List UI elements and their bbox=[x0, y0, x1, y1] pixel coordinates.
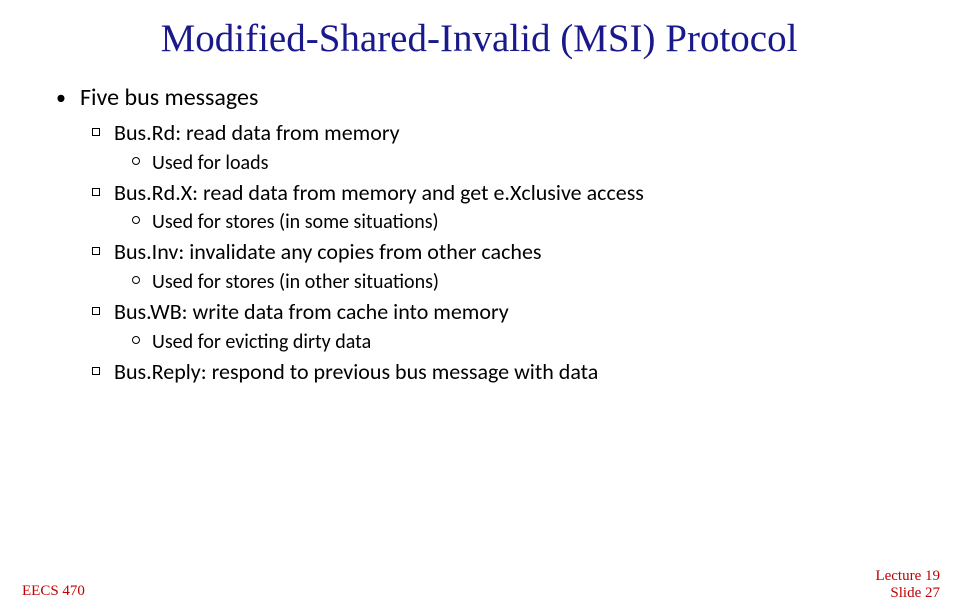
bullet-level3: Used for stores (in some situations) bbox=[114, 209, 958, 235]
bullet-level3: Used for loads bbox=[114, 150, 958, 176]
bullet-level2-text: Bus.Reply: respond to previous bus messa… bbox=[114, 358, 598, 385]
bullet-level2-text: Bus.Inv: invalidate any copies from othe… bbox=[114, 238, 542, 265]
slide-title: Modified-Shared-Invalid (MSI) Protocol bbox=[0, 0, 958, 67]
bullet-level2: Bus.Rd.X: read data from memory and get … bbox=[80, 178, 958, 236]
bullet-level1: Five bus messages Bus.Rd: read data from… bbox=[56, 83, 958, 386]
bullet-level2: Bus.Reply: respond to previous bus messa… bbox=[80, 357, 958, 387]
bullet-level3-text: Used for stores (in other situations) bbox=[152, 270, 439, 294]
bullet-level2: Bus.Rd: read data from memory Used for l… bbox=[80, 118, 958, 176]
slide: Modified-Shared-Invalid (MSI) Protocol F… bbox=[0, 0, 958, 612]
footer-slide-number: Slide 27 bbox=[875, 585, 940, 602]
bullet-level2-text: Bus.Rd: read data from memory bbox=[114, 119, 400, 146]
bullet-level1-text: Five bus messages bbox=[80, 83, 258, 112]
footer-left: EECS 470 bbox=[22, 583, 85, 600]
bullet-level3-text: Used for stores (in some situations) bbox=[152, 210, 439, 234]
bullet-level3: Used for stores (in other situations) bbox=[114, 269, 958, 295]
bullet-level2: Bus.WB: write data from cache into memor… bbox=[80, 297, 958, 355]
bullet-level2-text: Bus.WB: write data from cache into memor… bbox=[114, 298, 509, 325]
bullet-level3: Used for evicting dirty data bbox=[114, 329, 958, 355]
footer-right: Lecture 19 Slide 27 bbox=[875, 568, 940, 603]
bullet-level2: Bus.Inv: invalidate any copies from othe… bbox=[80, 237, 958, 295]
bullet-level3-text: Used for evicting dirty data bbox=[152, 330, 371, 354]
bullet-level2-text: Bus.Rd.X: read data from memory and get … bbox=[114, 179, 644, 206]
footer-lecture: Lecture 19 bbox=[875, 568, 940, 585]
slide-content: Five bus messages Bus.Rd: read data from… bbox=[0, 67, 958, 386]
bullet-level3-text: Used for loads bbox=[152, 151, 268, 175]
